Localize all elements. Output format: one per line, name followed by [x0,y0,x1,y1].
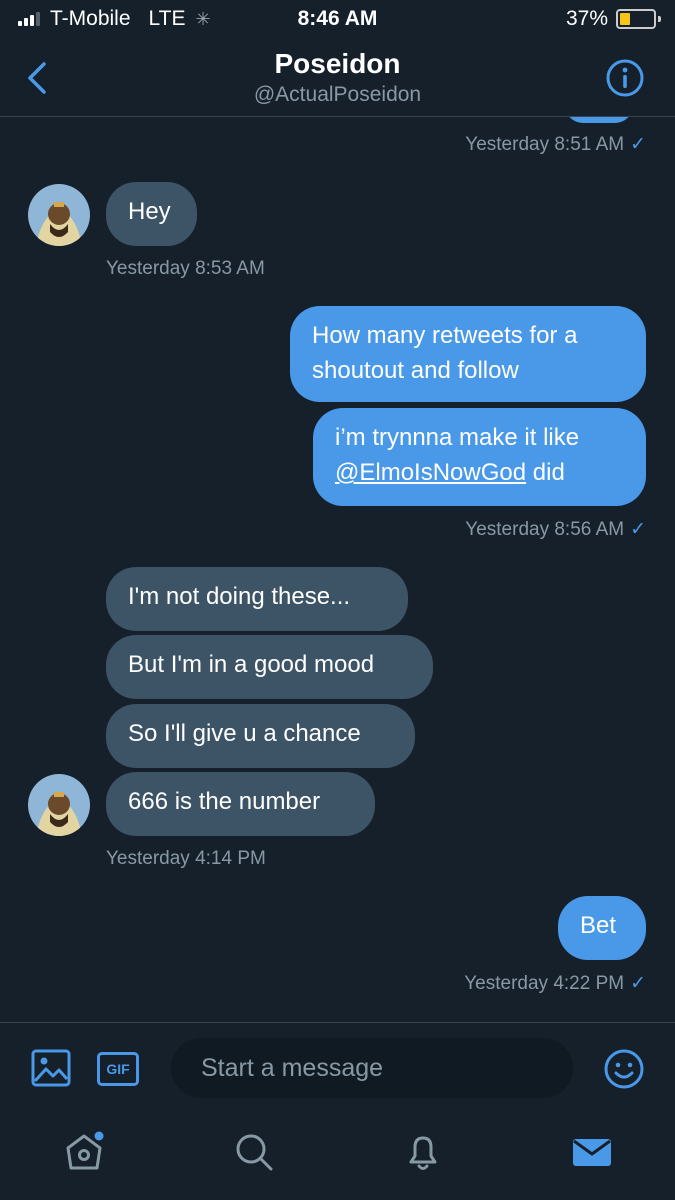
read-check-icon: ✓ [630,519,646,540]
emoji-icon[interactable] [603,1048,645,1090]
mention-link[interactable]: @ElmoIsNowGod [335,459,526,486]
message-text: did [526,459,565,486]
message-timestamp: Yesterday 8:51 AM ✓ [465,134,646,155]
message-composer: GIF Start a message [0,1022,675,1111]
message-bubble-incoming[interactable]: Hey [106,182,197,246]
message-input[interactable]: Start a message [171,1038,573,1098]
tab-bar [0,1110,675,1200]
battery-icon [616,9,656,29]
notifications-bell-icon[interactable] [401,1130,445,1174]
avatar[interactable] [28,774,90,836]
message-thread[interactable]: Yesterday 8:51 AM ✓ Hey Yesterday 8:53 AM… [0,117,675,1021]
home-icon[interactable] [62,1130,106,1174]
message-timestamp: Yesterday 4:14 PM [106,848,266,869]
message-bubble-outgoing-partial[interactable] [565,117,633,123]
message-timestamp: Yesterday 8:53 AM [106,258,265,279]
message-bubble-outgoing[interactable]: Bet [558,896,646,960]
message-bubble-incoming[interactable]: So I'll give u a chance [106,704,415,768]
message-bubble-incoming[interactable]: I'm not doing these... [106,567,408,631]
conversation-header: Poseidon @ActualPoseidon [0,38,675,117]
message-bubble-incoming[interactable]: 666 is the number [106,772,375,836]
message-timestamp: Yesterday 8:56 AM ✓ [465,519,646,540]
search-icon[interactable] [232,1130,276,1174]
message-bubble-outgoing[interactable]: i’m trynnna make it like @ElmoIsNowGod d… [313,408,646,506]
message-text: i’m trynnna make it like [335,424,580,451]
message-bubble-incoming[interactable]: But I'm in a good mood [106,635,433,699]
conversation-handle[interactable]: @ActualPoseidon [0,83,675,107]
conversation-title[interactable]: Poseidon [0,48,675,80]
status-bar: T-Mobile LTE ✳ 8:46 AM 37% [0,0,675,38]
photo-icon[interactable] [31,1048,71,1088]
read-check-icon: ✓ [630,134,646,155]
messages-envelope-icon[interactable] [570,1130,614,1174]
battery-percent: 37% [565,7,608,30]
read-check-icon: ✓ [630,973,646,994]
avatar[interactable] [28,184,90,246]
battery-group: 37% [566,7,661,31]
message-timestamp: Yesterday 4:22 PM ✓ [464,973,646,994]
message-bubble-outgoing[interactable]: How many retweets for a shoutout and fol… [290,306,646,402]
gif-button[interactable]: GIF [97,1052,139,1086]
info-icon[interactable] [605,58,645,98]
